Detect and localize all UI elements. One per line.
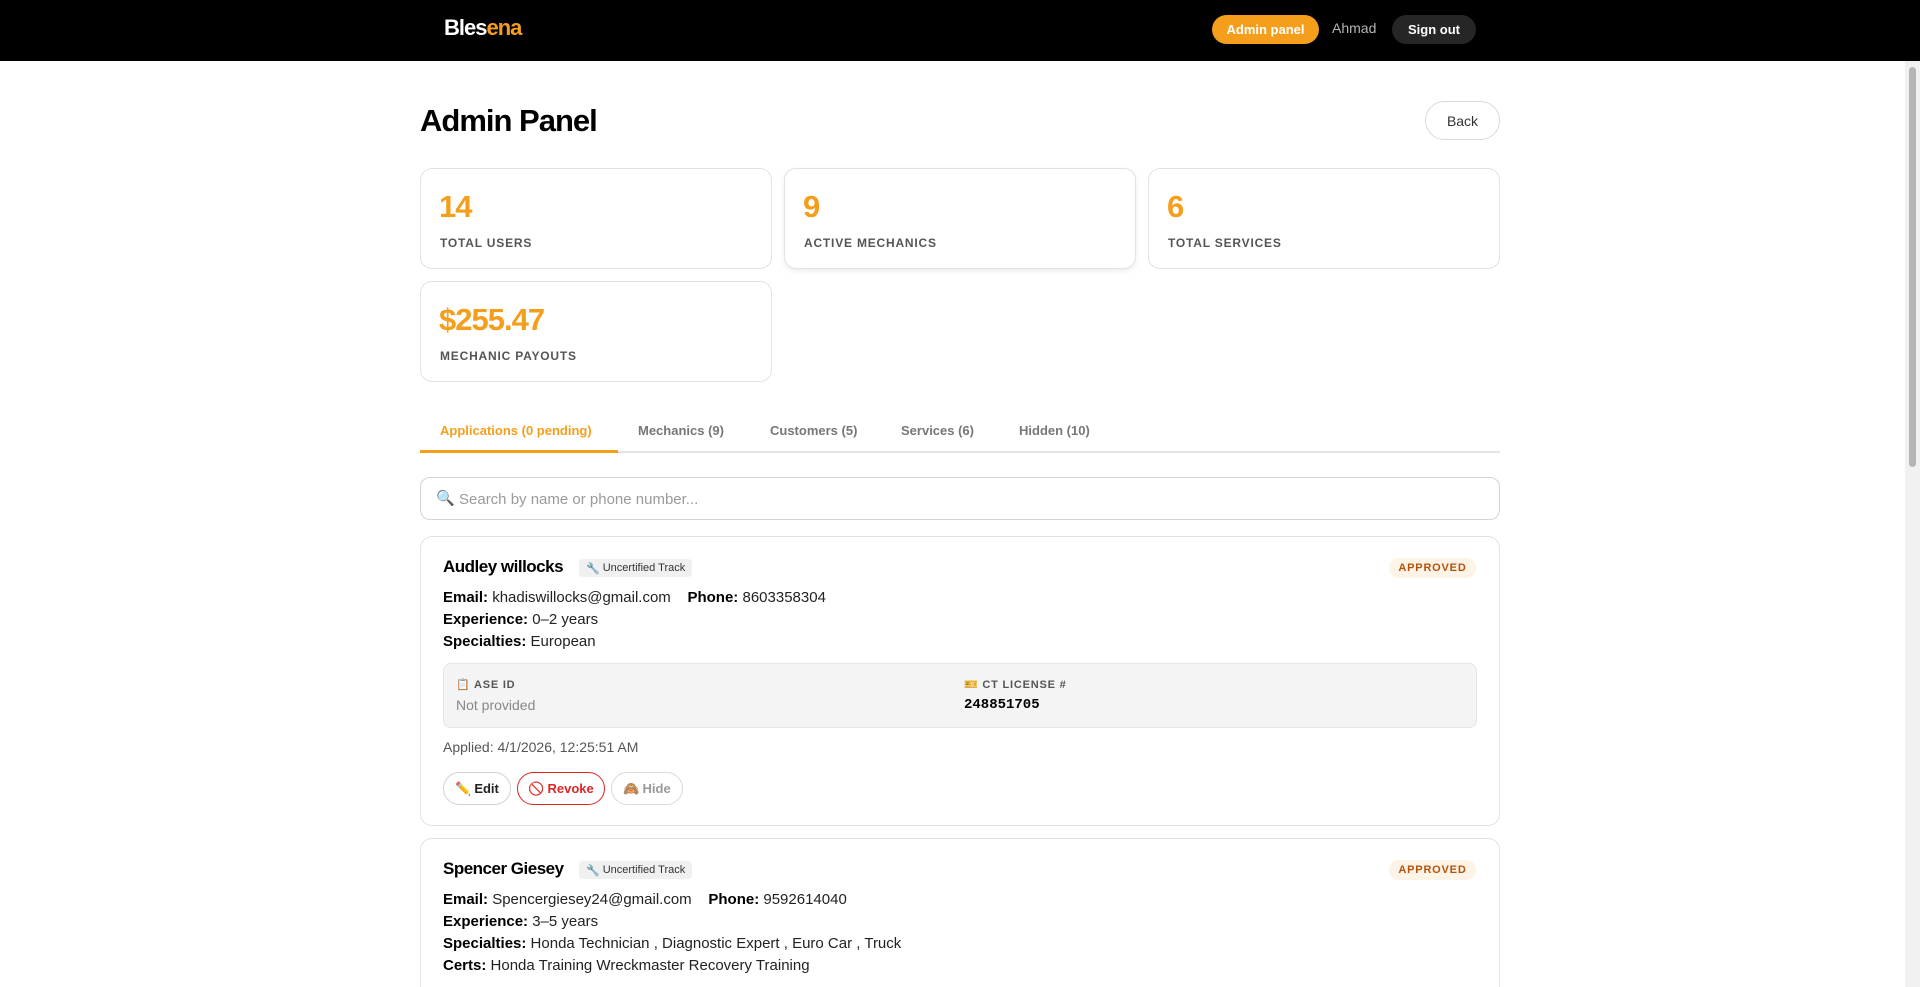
wrench-icon: 🔧 bbox=[586, 562, 600, 575]
status-badge: APPROVED bbox=[1389, 558, 1476, 578]
id-card-icon: 🎫 bbox=[964, 679, 979, 691]
stat-label: TOTAL USERS bbox=[440, 236, 533, 250]
pencil-icon: ✏️ bbox=[455, 780, 472, 796]
tab-customers[interactable]: Customers (5) bbox=[770, 423, 857, 438]
track-badge: 🔧 Uncertified Track bbox=[579, 559, 693, 577]
search-input[interactable] bbox=[459, 488, 1459, 510]
wrench-icon: 🔧 bbox=[586, 864, 600, 877]
active-tab-indicator bbox=[420, 450, 618, 453]
status-badge: APPROVED bbox=[1389, 860, 1476, 880]
back-button[interactable]: Back bbox=[1425, 101, 1500, 140]
experience-line: Experience: 3–5 years bbox=[443, 913, 599, 930]
applicant-name: Audley willocks bbox=[443, 557, 564, 576]
credentials-box: 📋 ASE ID Not provided 🎫 CT LICENSE # 248… bbox=[443, 663, 1477, 728]
user-name: Ahmad bbox=[1332, 20, 1377, 36]
stat-label: TOTAL SERVICES bbox=[1168, 236, 1282, 250]
search-icon: 🔍 bbox=[436, 490, 455, 507]
stat-value: 14 bbox=[439, 189, 472, 224]
admin-tabs: Applications (0 pending) Mechanics (9) C… bbox=[420, 417, 1500, 453]
specialties-line: Specialties: Honda Technician , Diagnost… bbox=[443, 935, 902, 952]
application-card: Audley willocks 🔧 Uncertified Track APPRO… bbox=[420, 536, 1500, 826]
experience-line: Experience: 0–2 years bbox=[443, 611, 599, 628]
clipboard-icon: 📋 bbox=[456, 679, 471, 691]
edit-button[interactable]: ✏️ Edit bbox=[443, 772, 511, 805]
specialties-line: Specialties: European bbox=[443, 633, 596, 650]
applicant-name: Spencer Giesey bbox=[443, 859, 564, 878]
hide-button[interactable]: 🙈 Hide bbox=[611, 772, 683, 805]
tab-applications[interactable]: Applications (0 pending) bbox=[440, 423, 592, 438]
stat-card-active-mechanics: 9 ACTIVE MECHANICS bbox=[784, 168, 1136, 269]
contact-line: Email: khadiswillocks@gmail.com Phone: 8… bbox=[443, 589, 826, 606]
contact-line: Email: Spencergiesey24@gmail.com Phone: … bbox=[443, 891, 847, 908]
applicant-phone: 8603358304 bbox=[742, 589, 826, 606]
tab-mechanics[interactable]: Mechanics (9) bbox=[638, 423, 724, 438]
ct-license-value: 248851705 bbox=[964, 697, 1040, 713]
scrollbar-thumb[interactable] bbox=[1909, 67, 1916, 467]
application-card: Spencer Giesey 🔧 Uncertified Track APPROV… bbox=[420, 838, 1500, 987]
prohibited-icon: 🚫 bbox=[528, 780, 545, 796]
stat-value: $255.47 bbox=[439, 302, 545, 337]
ct-license-label: 🎫 CT LICENSE # bbox=[964, 679, 1067, 691]
stat-value: 6 bbox=[1167, 189, 1184, 224]
tab-services[interactable]: Services (6) bbox=[901, 423, 974, 438]
stat-label: MECHANIC PAYOUTS bbox=[440, 349, 577, 363]
applicant-phone: 9592614040 bbox=[763, 891, 847, 908]
ase-id-label: 📋 ASE ID bbox=[456, 679, 516, 691]
applied-date: Applied: 4/1/2026, 12:25:51 AM bbox=[443, 739, 639, 755]
ase-id-value: Not provided bbox=[456, 697, 536, 713]
stat-value: 9 bbox=[803, 189, 820, 224]
stat-card-total-services: 6 TOTAL SERVICES bbox=[1148, 168, 1500, 269]
search-box: 🔍 bbox=[420, 477, 1500, 520]
stat-card-mechanic-payouts: $255.47 MECHANIC PAYOUTS bbox=[420, 281, 772, 382]
top-navbar: Blesena Admin panel Ahmad Sign out bbox=[0, 0, 1920, 61]
page-title: Admin Panel bbox=[420, 103, 598, 138]
brand-logo[interactable]: Blesena bbox=[444, 15, 522, 41]
revoke-button[interactable]: 🚫 Revoke bbox=[517, 772, 605, 805]
stat-card-total-users: 14 TOTAL USERS bbox=[420, 168, 772, 269]
page-scrollbar[interactable] bbox=[1905, 61, 1920, 987]
admin-panel-button[interactable]: Admin panel bbox=[1212, 15, 1319, 44]
stat-label: ACTIVE MECHANICS bbox=[804, 236, 937, 250]
applicant-email: khadiswillocks@gmail.com bbox=[492, 589, 671, 606]
applicant-email: Spencergiesey24@gmail.com bbox=[492, 891, 692, 908]
certs-line: Certs: Honda Training Wreckmaster Recove… bbox=[443, 957, 810, 974]
see-no-evil-icon: 🙈 bbox=[623, 780, 640, 796]
sign-out-button[interactable]: Sign out bbox=[1392, 15, 1476, 44]
tab-hidden[interactable]: Hidden (10) bbox=[1019, 423, 1090, 438]
track-badge: 🔧 Uncertified Track bbox=[579, 861, 693, 879]
